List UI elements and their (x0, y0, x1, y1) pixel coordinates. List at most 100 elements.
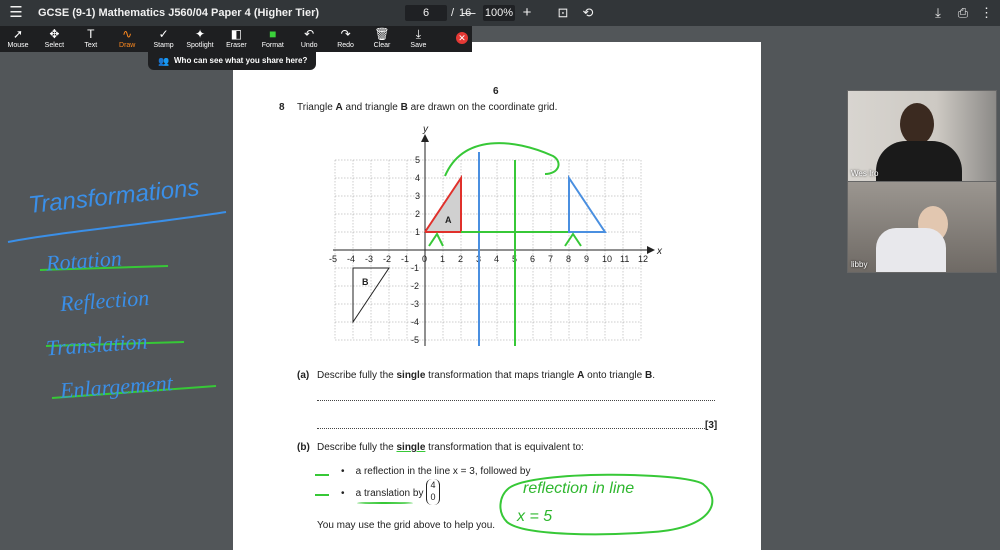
tool-label: Clear (373, 42, 391, 49)
triangle-b-label: B (362, 277, 369, 287)
tool-label: Stamp (153, 42, 174, 49)
y-tick-label: -4 (411, 317, 419, 327)
fit-page-icon[interactable]: ⊡ (555, 0, 571, 26)
participant-body-shape (876, 228, 946, 272)
handwritten-answer-line1: reflection in line (523, 480, 635, 497)
y-axis-label: y (422, 124, 429, 135)
notes-item: Rotation (45, 245, 123, 276)
tool-label: Draw (119, 42, 136, 49)
document-title: GCSE (9-1) Mathematics J560/04 Paper 4 (… (38, 7, 320, 19)
answer-line-2[interactable] (317, 428, 705, 429)
tool-label: Eraser (226, 42, 247, 49)
move-icon: ✥ (49, 27, 60, 41)
x-tick-label: 0 (422, 254, 427, 264)
x-tick-label: 1 (440, 254, 445, 264)
color-swatch-icon: ■ (269, 27, 277, 41)
page-number-input[interactable]: 6 (405, 5, 447, 21)
y-tick-label: 4 (415, 173, 420, 183)
x-tick-label: 4 (494, 254, 499, 264)
tool-mouse[interactable]: ➚ Mouse (0, 26, 36, 52)
y-tick-label: 1 (415, 227, 420, 237)
x-tick-label: 9 (584, 254, 589, 264)
translation-vector: 40 (426, 479, 440, 505)
print-icon[interactable]: ⎙ (955, 0, 971, 26)
more-options-icon[interactable]: ⋮ (980, 0, 993, 26)
tool-select[interactable]: ✥ Select (36, 26, 72, 52)
tool-draw[interactable]: ∿ Draw (109, 26, 145, 52)
part-b-question: Describe fully the single transformation… (317, 442, 584, 453)
x-tick-label: 12 (638, 254, 648, 264)
annotation-dash-bullet-2 (315, 494, 329, 496)
tool-clear[interactable]: 🗑 Clear (364, 26, 400, 52)
y-axis-arrow (421, 134, 429, 142)
annotation-arc-arrow-green (444, 142, 560, 177)
x-tick-label: 7 (548, 254, 553, 264)
annotation-toolbar: ➚ Mouse ✥ Select T Text ∿ Draw ✓ Stamp ✦ Spotlight ◧… (0, 26, 472, 52)
y-tick-label: 2 (415, 209, 420, 219)
annotation-dash-bullet-1 (315, 474, 329, 476)
zoom-in-icon[interactable]: + (520, 0, 534, 26)
question-intro: Triangle A and triangle B are drawn on t… (297, 102, 558, 113)
trash-icon: 🗑 (374, 27, 390, 41)
pdf-toolbar: ☰ GCSE (9-1) Mathematics J560/04 Paper 4… (0, 0, 1000, 26)
coordinate-grid: x y -5-4-3-2-10123456789101112 54321-1-2… (329, 124, 663, 346)
tool-label: Undo (300, 42, 318, 49)
tool-undo[interactable]: ↶ Undo (291, 26, 327, 52)
tool-text[interactable]: T Text (73, 26, 109, 52)
x-tick-label: 8 (566, 254, 571, 264)
participant-avatar-shape (900, 103, 934, 145)
check-icon: ✓ (158, 27, 169, 41)
zoom-level[interactable]: 100% (483, 5, 515, 21)
tool-format[interactable]: ■ Format (255, 26, 291, 52)
people-icon: 👥 (158, 56, 170, 66)
x-tick-label: 6 (530, 254, 535, 264)
save-icon: ⤓ (415, 27, 422, 41)
participant-name: Wes Iro (851, 169, 879, 178)
y-tick-label: 5 (415, 155, 420, 165)
zoom-out-icon[interactable]: — (462, 0, 476, 26)
tool-label: Save (410, 42, 427, 49)
y-tick-label: -3 (411, 299, 419, 309)
text-icon: T (87, 27, 95, 41)
wand-icon: ✦ (194, 27, 206, 41)
tool-redo[interactable]: ↷ Redo (328, 26, 364, 52)
menu-icon[interactable]: ☰ (8, 0, 24, 26)
tool-label: Spotlight (186, 42, 214, 49)
pdf-page: 6 8 Triangle A and triangle B are drawn … (233, 42, 761, 550)
participant-tile[interactable]: libby (847, 181, 997, 273)
close-toolbar-icon[interactable]: ✕ (456, 32, 468, 44)
x-tick-label: -5 (329, 254, 337, 264)
question-number: 8 (279, 102, 285, 113)
zoom-divider (450, 0, 451, 26)
y-tick-label: -1 (411, 263, 419, 273)
tool-label: Redo (337, 42, 354, 49)
page-number: 6 (493, 86, 499, 97)
answer-line-1[interactable] (317, 400, 715, 401)
x-tick-label: -3 (365, 254, 373, 264)
y-tick-label: -5 (411, 335, 419, 345)
download-icon[interactable]: ⤓ (930, 0, 946, 26)
x-tick-label: 2 (458, 254, 463, 264)
triangle-a-label: A (445, 215, 452, 225)
page-separator: / (451, 7, 455, 19)
participant-tile[interactable]: Wes Iro (847, 90, 997, 182)
share-notice[interactable]: 👥 Who can see what you share here? (148, 52, 316, 70)
tool-label: Select (44, 42, 65, 49)
mouse-pointer-icon: ➚ (12, 27, 24, 41)
tool-eraser[interactable]: ◧ Eraser (218, 26, 254, 52)
x-tick-labels: -5-4-3-2-10123456789101112 (329, 254, 648, 264)
tool-stamp[interactable]: ✓ Stamp (146, 26, 182, 52)
tool-label: Format (261, 42, 284, 49)
part-a-marks: [3] (705, 420, 718, 431)
y-tick-label: -2 (411, 281, 419, 291)
x-tick-label: 11 (620, 254, 629, 264)
bullet-2: • a translation by (341, 488, 424, 499)
part-a-label: (a) (297, 370, 310, 381)
annotation-arrow-b-green (564, 232, 582, 247)
part-a-question: Describe fully the single transformation… (317, 370, 655, 381)
participant-body-shape (876, 141, 962, 181)
annotation-arrow-a-green (428, 232, 444, 247)
tool-spotlight[interactable]: ✦ Spotlight (182, 26, 218, 52)
tool-save[interactable]: ⤓ Save (400, 26, 436, 52)
rotate-icon[interactable]: ⟲ (580, 0, 596, 26)
